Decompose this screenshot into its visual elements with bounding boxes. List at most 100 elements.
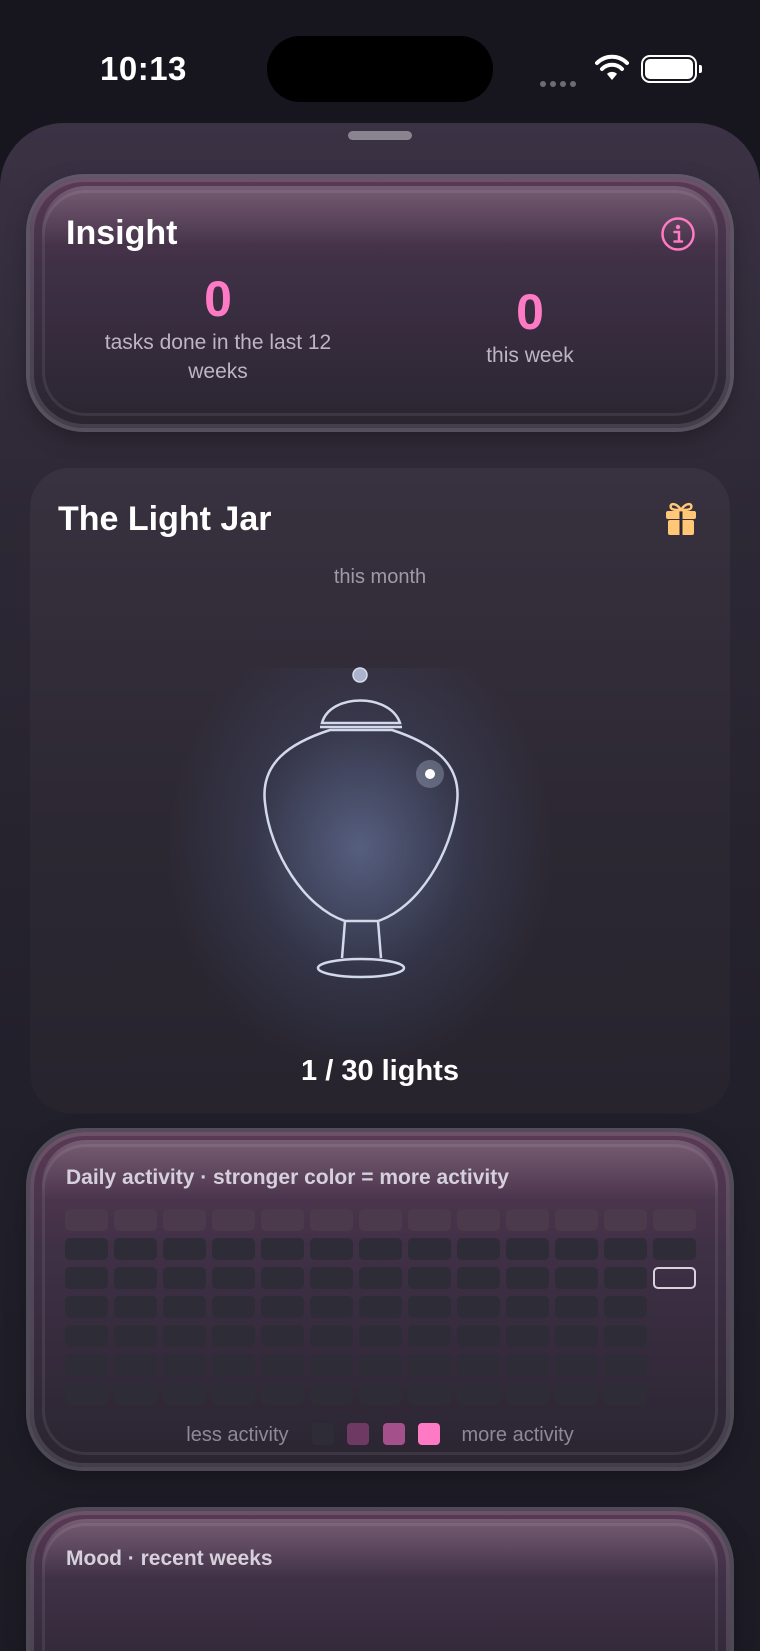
activity-cell[interactable] <box>114 1383 157 1405</box>
jar-base <box>316 957 406 979</box>
activity-cell[interactable] <box>212 1238 255 1260</box>
legend-swatch-2 <box>382 1423 405 1445</box>
activity-cell[interactable] <box>163 1209 206 1231</box>
activity-cell[interactable] <box>212 1267 255 1289</box>
activity-cell[interactable] <box>408 1267 451 1289</box>
activity-cell[interactable] <box>261 1354 304 1376</box>
activity-cell[interactable] <box>555 1325 598 1347</box>
activity-cell[interactable] <box>506 1354 549 1376</box>
activity-cell[interactable] <box>163 1325 206 1347</box>
activity-cell[interactable] <box>359 1267 402 1289</box>
activity-cell[interactable] <box>261 1238 304 1260</box>
activity-cell[interactable] <box>310 1383 353 1405</box>
activity-cell[interactable] <box>457 1267 500 1289</box>
activity-cell[interactable] <box>261 1383 304 1405</box>
activity-cell[interactable] <box>310 1209 353 1231</box>
activity-cell[interactable] <box>555 1296 598 1318</box>
activity-cell[interactable] <box>163 1267 206 1289</box>
activity-cell[interactable] <box>408 1209 451 1231</box>
activity-cell[interactable] <box>212 1383 255 1405</box>
activity-cell[interactable] <box>163 1238 206 1260</box>
activity-cell[interactable] <box>310 1354 353 1376</box>
activity-cell[interactable] <box>114 1238 157 1260</box>
activity-cell[interactable] <box>114 1296 157 1318</box>
activity-cell[interactable] <box>65 1296 108 1318</box>
light-jar-subtitle: this month <box>333 566 427 588</box>
activity-cell[interactable] <box>163 1296 206 1318</box>
activity-cell[interactable] <box>408 1296 451 1318</box>
activity-cell[interactable] <box>653 1238 696 1260</box>
activity-cell[interactable] <box>408 1354 451 1376</box>
jar-stem <box>340 920 383 959</box>
activity-cell[interactable] <box>114 1325 157 1347</box>
activity-cell[interactable] <box>604 1267 647 1289</box>
activity-cell[interactable] <box>261 1325 304 1347</box>
activity-cell[interactable] <box>359 1383 402 1405</box>
activity-cell[interactable] <box>457 1209 500 1231</box>
activity-cell[interactable] <box>408 1383 451 1405</box>
activity-cell[interactable] <box>457 1383 500 1405</box>
activity-cell[interactable] <box>604 1296 647 1318</box>
activity-cell[interactable] <box>408 1325 451 1347</box>
activity-cell[interactable] <box>212 1325 255 1347</box>
activity-cell[interactable] <box>212 1209 255 1231</box>
activity-cell[interactable] <box>65 1354 108 1376</box>
sheet-grabber[interactable] <box>348 131 412 140</box>
activity-cell[interactable] <box>114 1209 157 1231</box>
jar-illustration[interactable] <box>260 653 470 983</box>
activity-cell[interactable] <box>506 1296 549 1318</box>
activity-cell[interactable] <box>506 1209 549 1231</box>
activity-cell[interactable] <box>555 1383 598 1405</box>
activity-card: Daily activity · stronger color = more a… <box>30 1132 730 1467</box>
activity-cell[interactable] <box>359 1209 402 1231</box>
bottom-sheet: Insight 0 tasks done in the last 12 week… <box>0 123 760 1651</box>
activity-cell[interactable] <box>555 1209 598 1231</box>
activity-cell[interactable] <box>359 1354 402 1376</box>
activity-cell[interactable] <box>65 1267 108 1289</box>
activity-cell[interactable] <box>604 1209 647 1231</box>
activity-cell[interactable] <box>457 1325 500 1347</box>
gift-icon[interactable] <box>664 500 698 536</box>
activity-cell[interactable] <box>457 1354 500 1376</box>
activity-cell[interactable] <box>359 1296 402 1318</box>
activity-cell[interactable] <box>310 1267 353 1289</box>
activity-cell[interactable] <box>604 1238 647 1260</box>
activity-cell[interactable] <box>604 1383 647 1405</box>
activity-cell[interactable] <box>114 1267 157 1289</box>
activity-cell[interactable] <box>261 1267 304 1289</box>
activity-cell[interactable] <box>604 1354 647 1376</box>
activity-cell[interactable] <box>310 1296 353 1318</box>
activity-cell[interactable] <box>65 1325 108 1347</box>
activity-cell[interactable] <box>604 1325 647 1347</box>
activity-cell[interactable] <box>359 1325 402 1347</box>
light-jar-title: The Light Jar <box>58 500 272 538</box>
activity-cell[interactable] <box>555 1238 598 1260</box>
activity-cell[interactable] <box>457 1296 500 1318</box>
activity-cell[interactable] <box>506 1267 549 1289</box>
activity-cell[interactable] <box>212 1354 255 1376</box>
activity-cell[interactable] <box>261 1209 304 1231</box>
activity-cell[interactable] <box>457 1238 500 1260</box>
activity-cell[interactable] <box>555 1267 598 1289</box>
legend-less-label: less activity <box>186 1424 289 1446</box>
activity-cell[interactable] <box>359 1238 402 1260</box>
activity-legend: less activity more activity <box>30 1423 730 1447</box>
activity-cell[interactable] <box>163 1383 206 1405</box>
info-icon[interactable] <box>660 216 696 252</box>
activity-cell-today[interactable] <box>653 1267 696 1289</box>
activity-cell[interactable] <box>408 1238 451 1260</box>
activity-cell[interactable] <box>65 1209 108 1231</box>
activity-cell[interactable] <box>163 1354 206 1376</box>
activity-cell[interactable] <box>555 1354 598 1376</box>
activity-cell[interactable] <box>212 1296 255 1318</box>
activity-cell[interactable] <box>310 1238 353 1260</box>
activity-cell[interactable] <box>653 1209 696 1231</box>
activity-cell[interactable] <box>506 1238 549 1260</box>
activity-cell[interactable] <box>506 1383 549 1405</box>
activity-cell[interactable] <box>65 1238 108 1260</box>
activity-cell[interactable] <box>114 1354 157 1376</box>
activity-cell[interactable] <box>65 1383 108 1405</box>
activity-cell[interactable] <box>506 1325 549 1347</box>
activity-cell[interactable] <box>261 1296 304 1318</box>
activity-cell[interactable] <box>310 1325 353 1347</box>
